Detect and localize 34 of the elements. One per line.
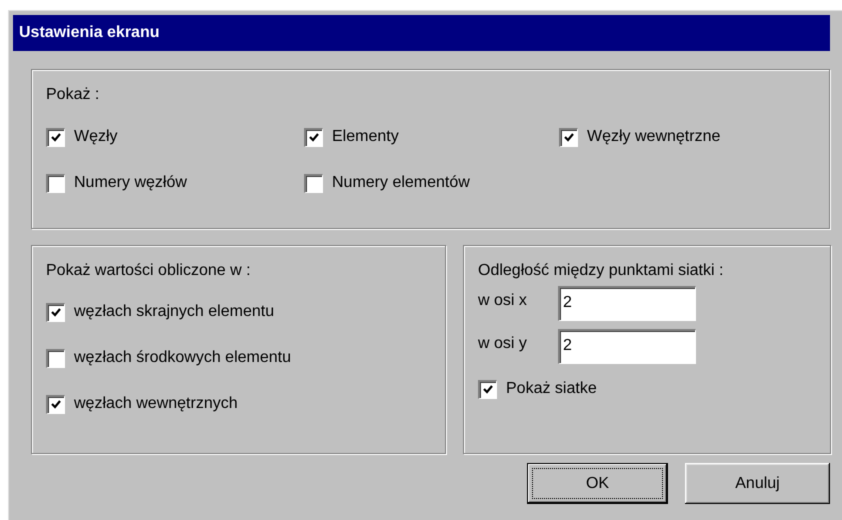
checkbox[interactable] [304, 128, 323, 146]
checkbox[interactable] [559, 128, 578, 146]
checkbox-label: Węzły [74, 128, 118, 146]
check-icon [482, 384, 494, 396]
ok-button[interactable]: OK [527, 463, 668, 504]
checkbox-label: Numery elementów [332, 174, 470, 192]
checkbox-label: Pokaż siatke [506, 380, 597, 398]
checkbox-label: Numery węzłów [74, 174, 187, 192]
checkbox-label: węzłach skrajnych elementu [74, 303, 274, 321]
check-icon [50, 132, 62, 144]
checkbox[interactable] [304, 174, 323, 192]
checkbox[interactable] [478, 380, 497, 398]
group-label: Pokaż : [46, 86, 100, 104]
field-label: w osi y [478, 335, 528, 353]
checkbox[interactable] [46, 348, 65, 368]
check-icon [50, 398, 62, 410]
checkbox[interactable] [46, 394, 65, 414]
checkbox-label: węzłach środkowych elementu [74, 349, 291, 367]
checkbox[interactable] [46, 174, 65, 192]
checkbox[interactable] [46, 302, 65, 322]
checkbox-label: węzłach wewnętrznych [74, 395, 238, 413]
checkbox-label: Elementy [332, 128, 399, 146]
window-title: Ustawienia ekranu [13, 15, 830, 51]
group-label: Pokaż wartości obliczone w : [46, 262, 252, 280]
cancel-button[interactable]: Anuluj [685, 463, 830, 504]
checkbox-label: Węzły wewnętrzne [587, 128, 720, 146]
check-icon [50, 306, 62, 318]
group-label: Odległość między punktami siatki : [478, 262, 724, 280]
field-label: w osi x [478, 292, 528, 310]
checkbox[interactable] [46, 128, 65, 146]
check-icon [308, 132, 320, 144]
check-icon [563, 132, 575, 144]
input-field[interactable]: 2 [558, 286, 696, 321]
input-field[interactable]: 2 [558, 329, 696, 364]
